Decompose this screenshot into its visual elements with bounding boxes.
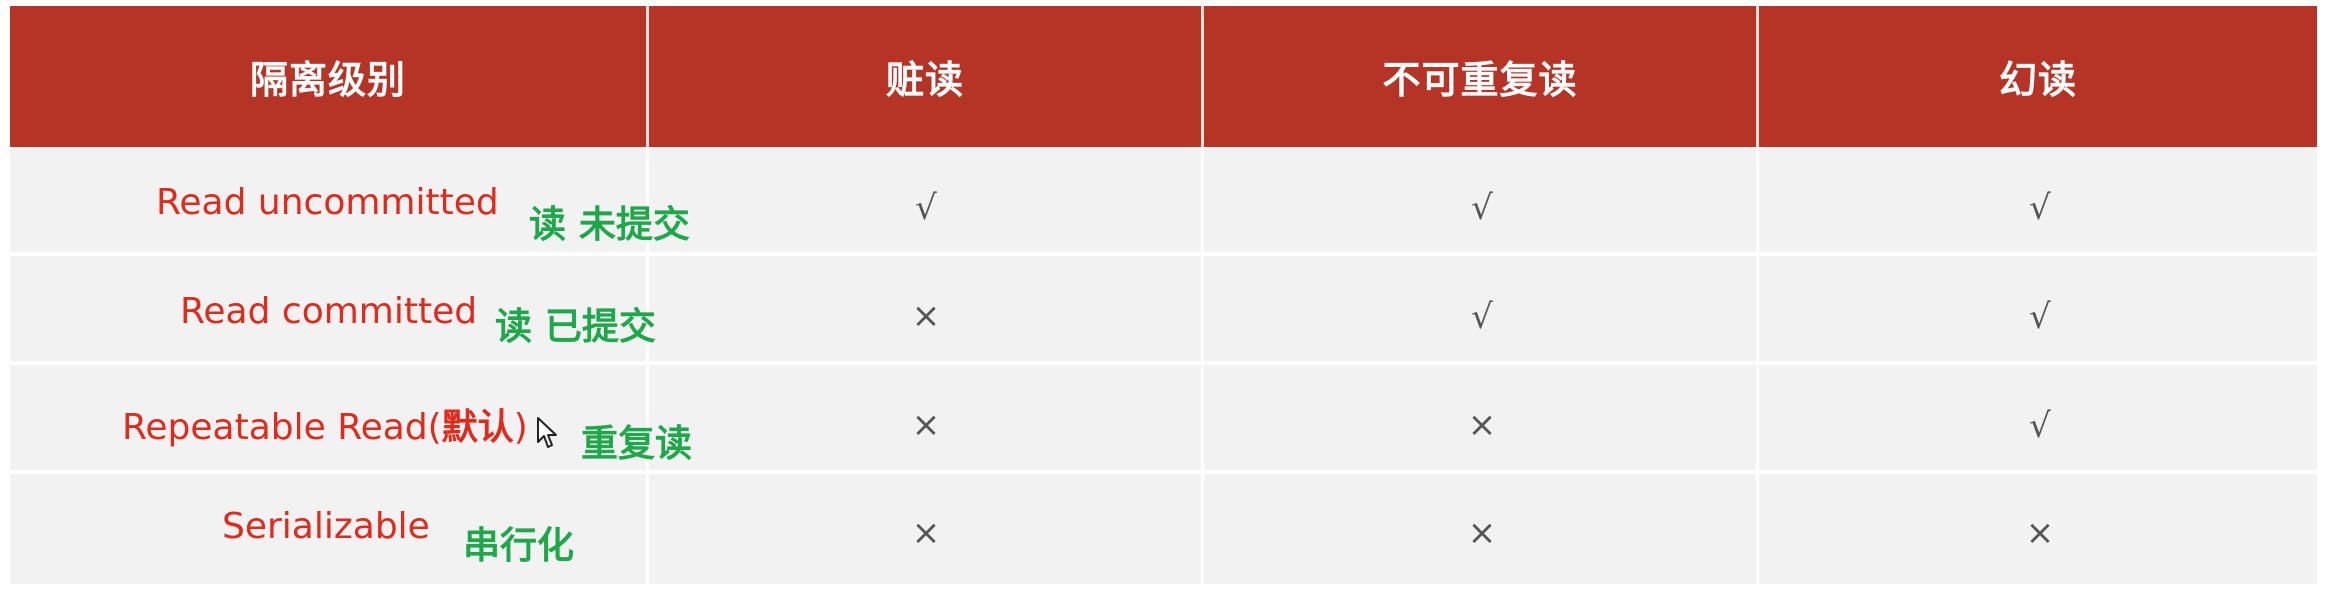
non-repeatable-read-mark: √	[1471, 188, 1493, 228]
header-non-repeatable-read: 不可重复读	[1382, 58, 1578, 102]
header-phantom-read: 幻读	[1998, 58, 2077, 102]
column-divider	[1756, 147, 1759, 584]
dirty-read-mark: ×	[911, 296, 941, 336]
mouse-pointer-icon	[537, 417, 557, 448]
level-name-en-text: Repeatable Read(	[122, 407, 442, 448]
phantom-read-mark: ×	[2025, 513, 2055, 553]
dirty-read-mark: ×	[911, 513, 941, 553]
phantom-read-mark: √	[2029, 297, 2051, 337]
level-name-cn: 重复读	[581, 422, 692, 465]
table-header: 隔离级别 赃读 不可重复读 幻读	[10, 6, 2317, 147]
level-name-en: Read committed	[180, 291, 478, 332]
level-name-en-close: )	[513, 407, 528, 448]
level-name-cn: 读 已提交	[495, 305, 656, 348]
header-dirty-read: 赃读	[885, 58, 964, 102]
non-repeatable-read-mark: ×	[1467, 513, 1497, 553]
phantom-read-mark: √	[2029, 188, 2051, 228]
non-repeatable-read-mark: ×	[1467, 405, 1497, 445]
level-name-cn: 读 未提交	[529, 203, 690, 246]
column-divider	[1201, 147, 1204, 584]
level-name-cn: 串行化	[463, 524, 574, 567]
default-label: 默认	[441, 407, 514, 448]
level-name-en: Serializable	[222, 506, 430, 547]
level-name-en: Repeatable Read(默认)	[122, 398, 528, 450]
phantom-read-mark: √	[2029, 406, 2051, 446]
dirty-read-mark: √	[915, 188, 937, 228]
non-repeatable-read-mark: √	[1471, 297, 1493, 337]
isolation-level-table: 隔离级别 赃读 不可重复读 幻读 Read uncommitted 读 未提交 …	[10, 6, 2317, 584]
dirty-read-mark: ×	[911, 405, 941, 445]
header-isolation-level: 隔离级别	[249, 58, 406, 102]
level-name-en: Read uncommitted	[156, 182, 499, 223]
